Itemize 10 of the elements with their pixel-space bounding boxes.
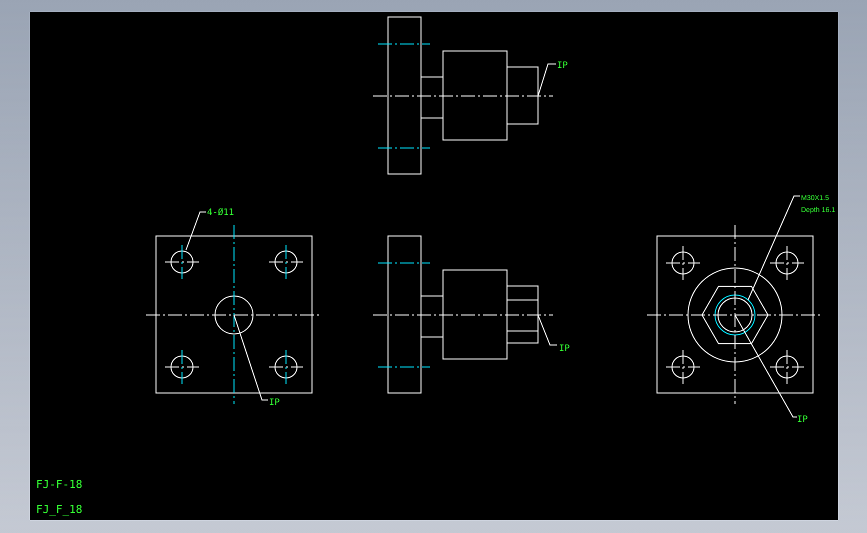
annotation-label: 4-Ø11 bbox=[207, 208, 234, 218]
leader-line bbox=[538, 64, 556, 96]
annotation-label: IP bbox=[559, 344, 570, 354]
leader-line bbox=[538, 314, 558, 346]
annotation-label: IP bbox=[797, 415, 808, 425]
annotation-label: IP bbox=[557, 61, 568, 71]
leader-line bbox=[186, 212, 206, 250]
drawing-label: FJ_F_18 bbox=[36, 503, 82, 516]
drawing-label: FJ-F-18 bbox=[36, 478, 82, 491]
annotation-label: IP bbox=[269, 398, 280, 408]
